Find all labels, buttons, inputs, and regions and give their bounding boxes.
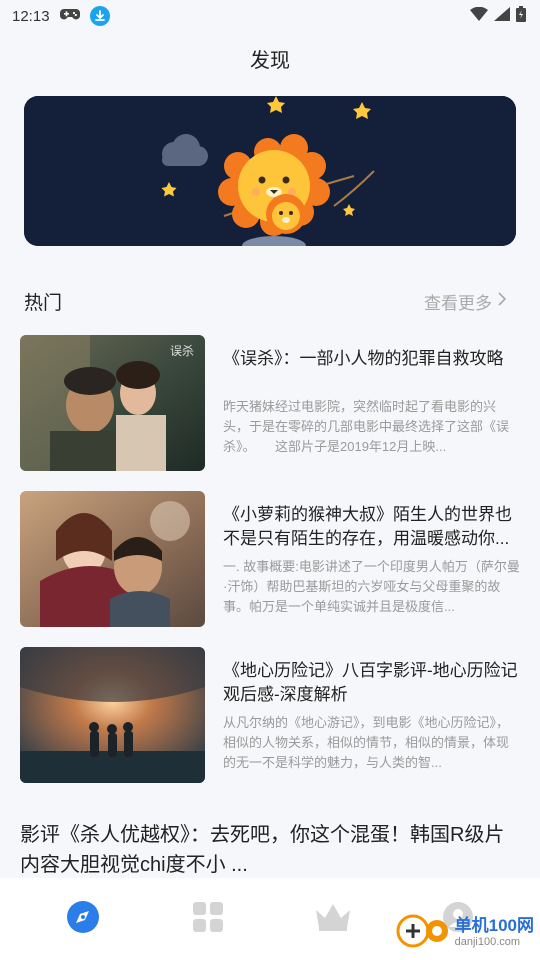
article-item[interactable]: 《小萝莉的猴神大叔》陌生人的世界也不是只有陌生的存在，用温暖感动你... 一. … — [20, 491, 520, 627]
article-thumbnail — [20, 491, 205, 627]
article-body: 《小萝莉的猴神大叔》陌生人的世界也不是只有陌生的存在，用温暖感动你... 一. … — [223, 491, 520, 627]
banner-illustration — [24, 96, 516, 246]
nav-ranking[interactable] — [303, 889, 363, 949]
watermark-logo-icon — [395, 913, 451, 954]
article-title: 《小萝莉的猴神大叔》陌生人的世界也不是只有陌生的存在，用温暖感动你... — [223, 505, 512, 548]
status-time: 12:13 — [12, 7, 50, 25]
page-title: 发现 — [250, 50, 290, 72]
banner[interactable] — [24, 96, 516, 246]
see-more-link[interactable]: 查看更多 — [424, 289, 507, 314]
see-more-label: 查看更多 — [424, 293, 492, 313]
article-thumbnail: 误杀 — [20, 335, 205, 471]
nav-category[interactable] — [178, 889, 238, 949]
signal-icon — [494, 7, 510, 25]
article-body: 《误杀》：一部小人物的犯罪自救攻略 昨天猪妹经过电影院，突然临时起了看电影的兴头… — [223, 335, 520, 471]
article-desc: 昨天猪妹经过电影院，突然临时起了看电影的兴头，于是在零碎的几部电影中最终选择了这… — [223, 399, 510, 454]
grid-icon — [192, 901, 224, 938]
gamepad-icon — [59, 7, 80, 25]
chevron-right-icon — [498, 291, 507, 311]
compass-icon — [66, 900, 100, 939]
status-left: 12:13 — [12, 6, 110, 26]
article-item[interactable]: 《地心历险记》八百字影评-地心历险记观后感-深度解析 从凡尔纳的《地心游记》，到… — [20, 647, 520, 783]
watermark-main: 单机100网 — [454, 915, 534, 935]
nav-discover[interactable] — [53, 889, 113, 949]
battery-icon — [516, 6, 526, 26]
featured-headline[interactable]: 影评《杀人优越权》：去死吧，你这个混蛋！韩国R级片内容大胆视觉chi度不小 ..… — [20, 820, 520, 880]
article-body: 《地心历险记》八百字影评-地心历险记观后感-深度解析 从凡尔纳的《地心游记》，到… — [223, 647, 520, 783]
wifi-icon — [470, 6, 488, 25]
watermark-sub: danji100.com — [454, 935, 521, 948]
watermark-text: 单机100网 danji100.com — [454, 915, 534, 950]
article-desc: 从凡尔纳的《地心游记》，到电影《地心历险记》，相似的人物关系，相似的情节，相似的… — [223, 715, 510, 770]
status-bar: 12:13 — [0, 0, 540, 32]
article-title: 《误杀》：一部小人物的犯罪自救攻略 — [223, 349, 504, 368]
article-title: 《地心历险记》八百字影评-地心历险记观后感-深度解析 — [223, 661, 518, 704]
section-title: 热门 — [24, 292, 63, 314]
svg-text:误杀: 误杀 — [170, 343, 194, 358]
article-item[interactable]: 误杀 《误杀》：一部小人物的犯罪自救攻略 昨天猪妹经过电影院，突然临时起了看电影… — [20, 335, 520, 471]
crown-icon — [314, 902, 352, 937]
article-desc: 一. 故事概要:电影讲述了一个印度男人帕万（萨尔曼·汗饰）帮助巴基斯坦的六岁哑女… — [223, 559, 520, 614]
status-right — [470, 6, 526, 26]
article-thumbnail — [20, 647, 205, 783]
watermark: 单机100网 danji100.com — [395, 913, 534, 954]
section-header: 热门 查看更多 — [24, 288, 507, 314]
download-icon — [89, 6, 110, 26]
